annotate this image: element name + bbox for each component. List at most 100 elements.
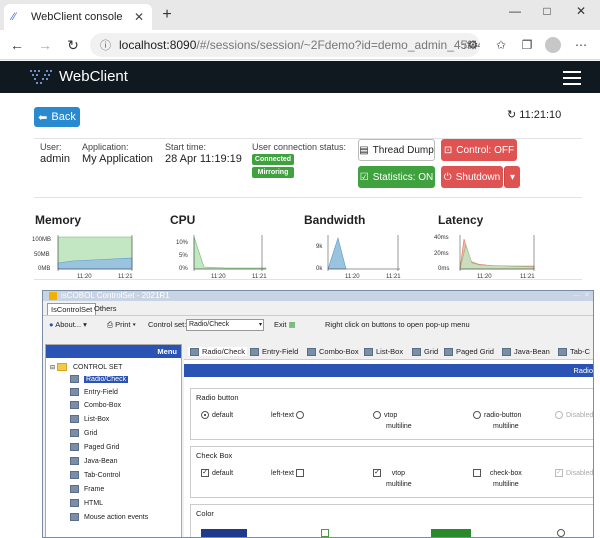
minimize-button[interactable]: — [500,4,530,18]
back-button[interactable]: ⬅ Back [34,107,80,127]
color-swatch [201,529,247,537]
tab-list-box[interactable]: List-Box [364,347,403,357]
favorites-icon[interactable]: ✩ [494,38,508,52]
profile-avatar[interactable] [545,37,561,53]
check-vtop[interactable]: ✓ vtop [373,469,405,477]
caret-down-icon: ▾ [258,322,262,328]
close-icon[interactable]: ✕ [584,291,590,301]
control-icon [70,443,79,452]
tree-item-mouse-action-events[interactable]: Mouse action events [70,512,148,524]
tab-radio-check[interactable]: Radio/Check [188,347,247,357]
cpu-chart: 10% 5% 0% 11:20 11:21 [176,235,267,280]
tree-item-html[interactable]: HTML [70,498,103,510]
address-bar[interactable]: ⓘ localhost:8090 /#/sessions/session/~2F… [90,33,480,57]
tree-item-label: Radio/Check [84,376,129,383]
close-window-button[interactable]: ✕ [566,4,596,18]
control-icon [558,348,567,357]
tab-java-bean[interactable]: Java-Bean [502,347,550,357]
option-label: vtop [391,469,406,477]
radio-left-text[interactable]: left-text [271,411,307,419]
control-toggle-button[interactable]: ⊡ Control: OFF [441,139,517,161]
shutdown-label: Shutdown [455,171,501,183]
control-icon [70,485,79,494]
check-left-text[interactable]: left-text [271,469,307,477]
more-menu-icon[interactable]: ⋯ [574,38,588,52]
mirrored-app-window[interactable]: isCOBOL ControlSet - 2021R1 — ✕ IsContro… [42,290,594,538]
tree-item-label: Frame [84,486,105,493]
tab-others[interactable]: Others [91,303,120,315]
tree-item-list-box[interactable]: List-Box [70,414,109,426]
exit-label: Exit [274,320,287,329]
browser-tab[interactable]: ⁄⁄ WebClient console ✕ [4,4,152,30]
tree-root[interactable]: ⊟ CONTROL SET [50,362,122,374]
radio-multiline[interactable]: radio-button [473,411,521,419]
radio-vtop[interactable]: vtop [373,411,397,419]
tree-item-java-bean[interactable]: Java-Bean [70,456,117,468]
tab-iscontrolset[interactable]: IsControlSet [47,303,97,315]
control-set-value: Radio/Check [189,321,230,328]
shutdown-button[interactable]: ⏻ Shutdown [441,166,503,188]
control-icon [70,388,79,397]
tree-item-combo-box[interactable]: Combo-Box [70,400,121,412]
latency-area-2 [459,243,535,270]
option-label: left-text [271,411,294,419]
check-multiline[interactable]: check-box [473,469,522,477]
option-label: vtop [384,411,398,419]
minimize-icon[interactable]: — [573,291,580,301]
about-button[interactable]: ● About... ▾ [49,320,87,329]
reload-icon[interactable]: ↻ [64,36,82,54]
back-arrow-icon[interactable]: ← [8,36,26,54]
collections-icon[interactable]: ❐ [520,38,534,52]
maximize-button[interactable]: □ [532,4,562,18]
statistics-toggle-button[interactable]: ☑ Statistics: ON [358,166,435,188]
forward-arrow-icon[interactable]: → [36,36,54,54]
user-value: admin [40,153,70,165]
tab-combo-box[interactable]: Combo-Box [307,347,359,357]
tab-label: Combo-Box [319,347,359,356]
cpu-title: CPU [170,213,196,227]
option-sublabel: multiline [493,481,519,488]
tree-item-tab-control[interactable]: Tab-Control [70,470,120,482]
control-set-select[interactable]: Radio/Check ▾ [186,319,264,331]
option-label: radio-button [484,411,522,419]
url-host: localhost:8090 [119,38,197,52]
tab-entry-field[interactable]: Entry-Field [250,347,298,357]
control-icon [70,457,79,466]
tree-item-paged-grid[interactable]: Paged Grid [70,442,119,454]
tree-item-entry-field[interactable]: Entry-Field [70,387,118,399]
tab-tab-control[interactable]: Tab-C [558,347,590,357]
application-value: My Application [82,153,153,165]
radio-default[interactable]: default [201,411,233,419]
tab-paged-grid[interactable]: Paged Grid [444,347,494,357]
control-icon [444,348,453,357]
exit-button[interactable]: Exit ▦ [274,320,296,329]
tab-close-icon[interactable]: ✕ [134,10,144,24]
new-tab-button[interactable]: + [158,6,176,24]
tree-item-grid[interactable]: Grid [70,428,97,440]
thread-dump-button[interactable]: ▤ Thread Dump [358,139,435,161]
tab-grid[interactable]: Grid [412,347,438,357]
checkmark-icon: ✓ [373,469,381,477]
cpu-area [193,236,267,270]
print-button[interactable]: ⎙ Print ▾ [107,320,136,330]
hamburger-menu-icon[interactable] [563,71,581,89]
check-default[interactable]: ✓ default [201,469,233,477]
refresh-icon[interactable]: ↻ [507,109,516,121]
color-checkbox[interactable] [321,529,329,537]
control-icon [250,348,259,357]
color-radio[interactable] [557,529,565,537]
control-icon: ⊡ [443,144,453,156]
tree-item-radio-check[interactable]: Radio/Check [70,374,129,386]
shutdown-dropdown-button[interactable]: ▾ [504,166,520,188]
memory-ytick: 100MB [32,237,51,243]
info-icon[interactable]: ⓘ [100,37,111,53]
connection-status-label: User connection status: [252,142,347,152]
option-label: Disabled [566,469,594,477]
document-icon: ▤ [359,144,369,156]
site-settings-icon[interactable]: ⚙ [466,38,480,52]
bandwidth-title: Bandwidth [304,213,366,227]
tree-item-frame[interactable]: Frame [70,484,104,496]
control-label: Control: OFF [456,144,515,156]
start-time-label: Start time: [165,142,207,152]
latency-ytick: 40ms [434,235,449,241]
